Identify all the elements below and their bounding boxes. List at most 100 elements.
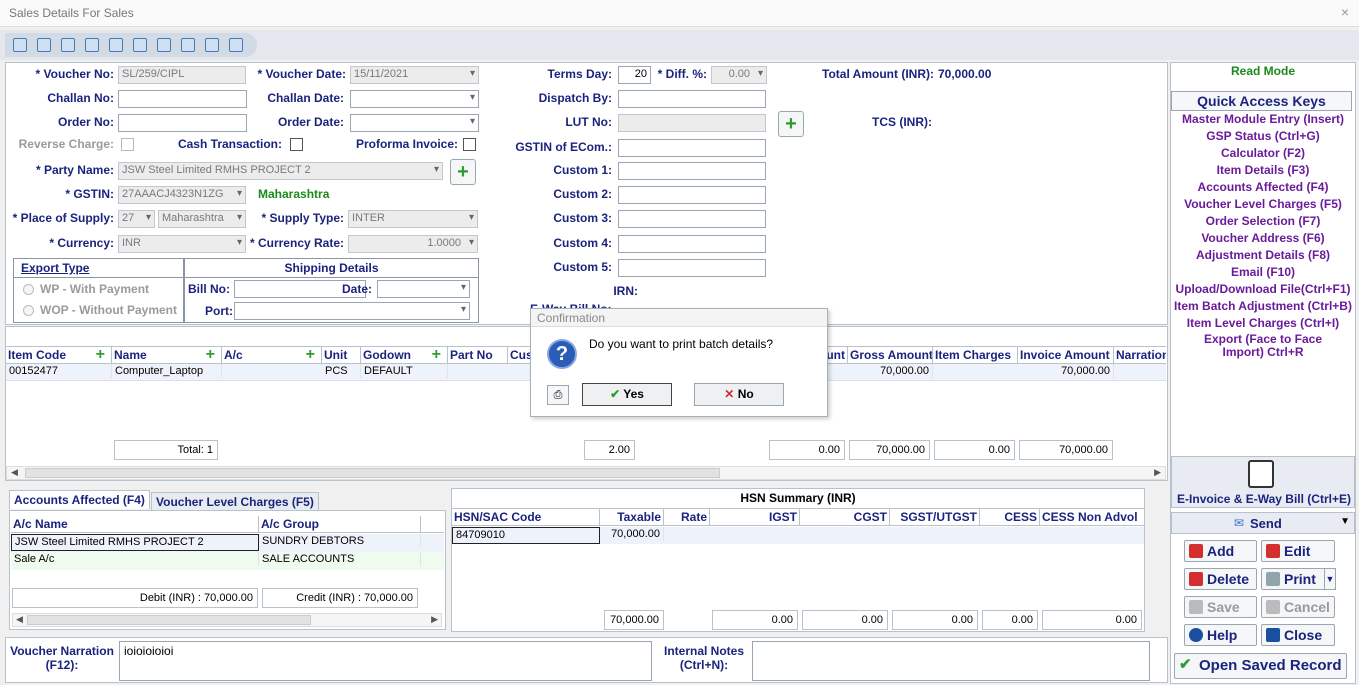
- einvoice-button[interactable]: E-Invoice & E-Way Bill (Ctrl+E): [1171, 456, 1355, 508]
- list-item[interactable]: JSW Steel Limited RMHS PROJECT 2 SUNDRY …: [11, 534, 444, 552]
- qk-upload-download[interactable]: Upload/Download File(Ctrl+F1): [1170, 282, 1356, 296]
- item-ac-cell[interactable]: [222, 364, 322, 366]
- qk-item-level-charges[interactable]: Item Level Charges (Ctrl+I): [1170, 316, 1356, 330]
- item-name-cell[interactable]: Computer_Laptop: [112, 364, 222, 378]
- diff-field[interactable]: 0.00: [711, 66, 767, 84]
- scroll-right-icon[interactable]: ▶: [1154, 467, 1161, 478]
- cash-transaction-checkbox[interactable]: [290, 138, 303, 151]
- qk-voucher-charges[interactable]: Voucher Level Charges (F5): [1170, 197, 1356, 211]
- challan-no-field[interactable]: [118, 90, 247, 108]
- voucher-narration-field[interactable]: ioioioioioi: [119, 641, 652, 681]
- gstin-field[interactable]: 27AAACJ4323N1ZG: [118, 186, 246, 204]
- col-hsn-code[interactable]: HSN/SAC Code: [452, 509, 600, 526]
- scroll-left-icon[interactable]: ◀: [11, 467, 18, 478]
- save-icon[interactable]: [13, 38, 27, 52]
- item-code-cell[interactable]: 00152477: [6, 364, 112, 378]
- col-ac[interactable]: A/c +: [222, 347, 322, 364]
- voucher-date-field[interactable]: 15/11/2021: [350, 66, 479, 84]
- ac-name-cell[interactable]: Sale A/c: [11, 552, 259, 566]
- magnifier-icon[interactable]: [205, 38, 219, 52]
- yes-button[interactable]: ✔ Yes: [582, 383, 672, 406]
- list-item[interactable]: Sale A/c SALE ACCOUNTS: [11, 552, 444, 570]
- qk-calculator[interactable]: Calculator (F2): [1170, 146, 1356, 160]
- close-button[interactable]: Close: [1261, 624, 1335, 646]
- items-scroll-thumb[interactable]: [25, 468, 720, 478]
- qk-item-details[interactable]: Item Details (F3): [1170, 163, 1356, 177]
- add-button[interactable]: Add: [1184, 540, 1257, 562]
- scroll-left-icon[interactable]: ◀: [16, 614, 23, 625]
- col-igst[interactable]: IGST: [710, 509, 800, 526]
- tab-voucher-level-charges[interactable]: Voucher Level Charges (F5): [151, 492, 319, 511]
- qk-adjustment-details[interactable]: Adjustment Details (F8): [1170, 248, 1356, 262]
- no-button[interactable]: ✕ No: [694, 383, 784, 406]
- add-lut-button[interactable]: +: [778, 111, 804, 137]
- item-unit-cell[interactable]: PCS: [322, 364, 361, 378]
- send-button[interactable]: ✉ Send ▼: [1171, 512, 1355, 534]
- port-field[interactable]: [234, 302, 470, 320]
- col-gross-amount[interactable]: Gross Amount: [848, 347, 933, 364]
- save-button[interactable]: Save: [1184, 596, 1257, 618]
- qk-order-selection[interactable]: Order Selection (F7): [1170, 214, 1356, 228]
- qk-gsp-status[interactable]: GSP Status (Ctrl+G): [1170, 129, 1356, 143]
- currency-icon[interactable]: [61, 38, 75, 52]
- currency-field[interactable]: INR: [118, 235, 246, 253]
- col-invoice-amount[interactable]: Invoice Amount: [1018, 347, 1114, 364]
- col-item-charges[interactable]: Item Charges: [933, 347, 1018, 364]
- basket-alt-icon[interactable]: [133, 38, 147, 52]
- col-sgst[interactable]: SGST/UTGST: [890, 509, 980, 526]
- place-code-field[interactable]: 27: [118, 210, 155, 228]
- col-part-no[interactable]: Part No: [448, 347, 508, 364]
- send-dropdown-icon[interactable]: ▼: [1340, 516, 1350, 527]
- open-saved-record-button[interactable]: ✔ Open Saved Record: [1174, 653, 1347, 679]
- col-cess-non-advol[interactable]: CESS Non Advol: [1040, 509, 1144, 526]
- ac-name-cell[interactable]: JSW Steel Limited RMHS PROJECT 2: [11, 534, 259, 551]
- add-party-button[interactable]: +: [450, 159, 476, 185]
- edit-button[interactable]: Edit: [1261, 540, 1335, 562]
- col-ac-name[interactable]: A/c Name: [11, 516, 259, 533]
- item-godown-cell[interactable]: DEFAULT: [361, 364, 448, 378]
- order-date-field[interactable]: [350, 114, 479, 132]
- currency-rate-field[interactable]: 1.0000: [348, 235, 478, 253]
- cancel-button[interactable]: Cancel: [1261, 596, 1335, 618]
- terms-day-field[interactable]: 20: [618, 66, 651, 84]
- qk-master-module[interactable]: Master Module Entry (Insert): [1170, 112, 1356, 126]
- col-godown[interactable]: Godown +: [361, 347, 448, 364]
- custom3-field[interactable]: [618, 210, 766, 228]
- item-invoice-cell[interactable]: 70,000.00: [1018, 364, 1114, 378]
- print-dropdown-icon[interactable]: ▼: [1324, 568, 1336, 590]
- col-narration[interactable]: Narration: [1114, 347, 1166, 364]
- accounts-scroll-thumb[interactable]: [27, 615, 311, 625]
- col-taxable[interactable]: Taxable: [600, 509, 664, 526]
- add-item-icon[interactable]: +: [96, 347, 105, 363]
- col-cgst[interactable]: CGST: [800, 509, 890, 526]
- basket-icon[interactable]: [109, 38, 123, 52]
- document-icon[interactable]: [85, 38, 99, 52]
- col-cess[interactable]: CESS: [980, 509, 1040, 526]
- challan-date-field[interactable]: [350, 90, 479, 108]
- hsn-taxable-cell[interactable]: 70,000.00: [600, 527, 664, 541]
- custom1-field[interactable]: [618, 162, 766, 180]
- close-icon[interactable]: ×: [1341, 4, 1349, 20]
- delete-button[interactable]: Delete: [1184, 568, 1257, 590]
- order-no-field[interactable]: [118, 114, 247, 132]
- pen-alt-icon[interactable]: [181, 38, 195, 52]
- reverse-charge-checkbox[interactable]: [121, 138, 134, 151]
- add-ac-icon[interactable]: +: [306, 347, 315, 363]
- place-name-field[interactable]: Maharashtra: [158, 210, 246, 228]
- supply-type-field[interactable]: INTER: [348, 210, 478, 228]
- col-ac-group[interactable]: A/c Group: [259, 516, 421, 533]
- lut-no-field[interactable]: [618, 114, 766, 132]
- qk-email[interactable]: Email (F10): [1170, 265, 1356, 279]
- dispatch-by-field[interactable]: [618, 90, 766, 108]
- qk-export[interactable]: Export (Face to Face Import) Ctrl+R: [1170, 333, 1356, 359]
- qk-accounts-affected[interactable]: Accounts Affected (F4): [1170, 180, 1356, 194]
- custom5-field[interactable]: [618, 259, 766, 277]
- tab-accounts-affected[interactable]: Accounts Affected (F4): [9, 490, 150, 509]
- ac-group-cell[interactable]: SALE ACCOUNTS: [259, 552, 421, 566]
- internal-notes-field[interactable]: [752, 641, 1150, 681]
- wop-radio[interactable]: [23, 305, 34, 316]
- print-button[interactable]: Print ▼: [1261, 568, 1336, 590]
- gstin-ecom-field[interactable]: [618, 139, 766, 157]
- col-unit[interactable]: Unit: [322, 347, 361, 364]
- add-godown-icon[interactable]: +: [432, 347, 441, 363]
